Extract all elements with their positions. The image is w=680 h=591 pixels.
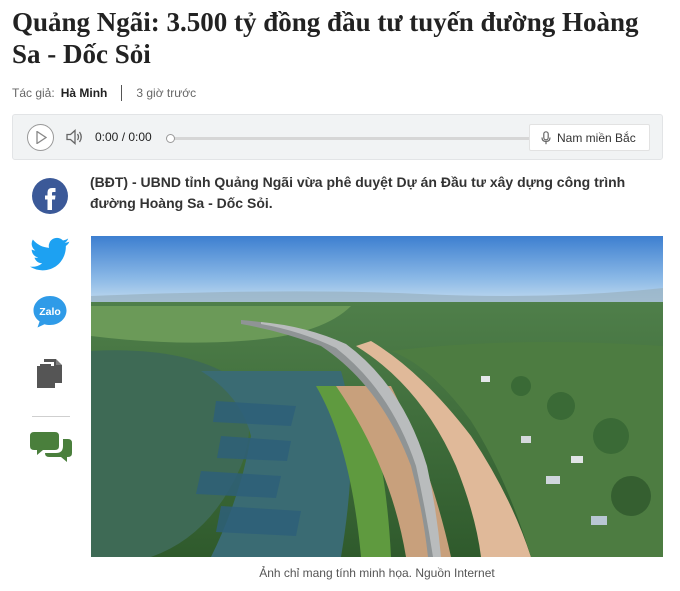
- seek-handle[interactable]: [166, 134, 175, 143]
- photo-caption: Ảnh chỉ mang tính minh họa. Nguồn Intern…: [259, 566, 495, 580]
- meta-divider: [121, 85, 123, 101]
- playback-time: 0:00 / 0:00: [95, 130, 152, 144]
- twitter-icon: [30, 237, 70, 271]
- article-sapo: (BĐT) - UBND tỉnh Quảng Ngãi vừa phê duy…: [90, 174, 626, 211]
- facebook-icon: [32, 178, 68, 214]
- author-label: Tác giả:: [12, 86, 55, 100]
- audio-player: 0:00 / 0:00 Nam miền Bắc: [12, 114, 663, 160]
- copy-link-button[interactable]: [30, 354, 74, 394]
- publish-time: 3 giờ trước: [136, 86, 197, 100]
- facebook-share-button[interactable]: [30, 176, 74, 216]
- article-meta: Tác giả: Hà Minh 3 giờ trước: [12, 84, 196, 102]
- copy-icon: [37, 359, 62, 388]
- author-name[interactable]: Hà Minh: [61, 86, 108, 100]
- volume-icon[interactable]: [66, 129, 84, 145]
- play-button[interactable]: [27, 124, 54, 151]
- zalo-icon: Zalo: [33, 296, 67, 328]
- comment-button[interactable]: [30, 426, 74, 466]
- microphone-icon: [541, 130, 551, 144]
- article-photo: [91, 236, 663, 557]
- seek-bar[interactable]: [166, 134, 530, 143]
- article-title: Quảng Ngãi: 3.500 tỷ đồng đầu tư tuyến đ…: [12, 7, 639, 69]
- share-divider: [32, 416, 70, 417]
- comment-icon: [30, 432, 72, 462]
- play-icon: [36, 131, 47, 144]
- zalo-text: Zalo: [39, 306, 61, 318]
- zalo-share-button[interactable]: Zalo: [30, 293, 74, 333]
- voice-label: Nam miền Bắc: [557, 130, 636, 145]
- voice-selector[interactable]: Nam miền Bắc: [529, 124, 650, 151]
- twitter-share-button[interactable]: [30, 234, 74, 274]
